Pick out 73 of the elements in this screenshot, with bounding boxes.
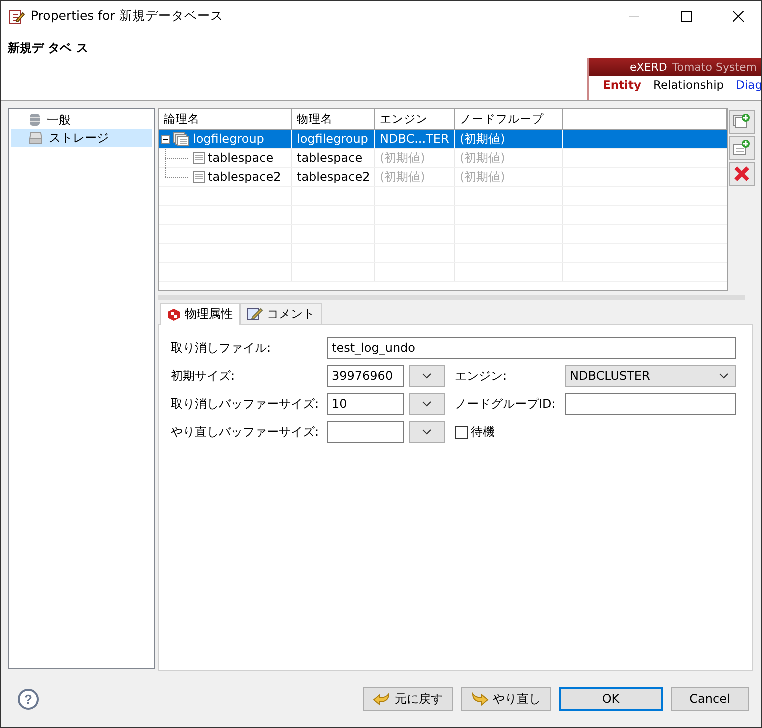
notepad-pencil-icon <box>9 8 25 24</box>
table-cell: logfilegroup <box>193 132 264 146</box>
field-label: ノードグループID: <box>455 396 557 413</box>
table-cell: NDBC...TER <box>375 130 455 148</box>
table-cell: tablespace2 <box>292 168 375 186</box>
cube-icon <box>167 308 181 322</box>
field-label: 取り消しバッファーサイズ: <box>171 396 320 413</box>
field-label: 初期サイズ: <box>171 368 236 385</box>
input-field[interactable] <box>565 393 736 416</box>
dialog-button[interactable]: Cancel <box>671 687 749 712</box>
add-table-button[interactable] <box>729 136 755 160</box>
add-group-button[interactable] <box>729 110 755 134</box>
field-label: 取り消しファイル: <box>171 340 272 357</box>
input-field[interactable] <box>327 421 404 444</box>
help-button[interactable]: ? <box>18 688 39 710</box>
column-header[interactable]: エンジン <box>375 109 455 130</box>
close-icon <box>732 11 744 22</box>
product-name: Tomato System <box>672 60 757 74</box>
input-field[interactable]: 39976960 <box>327 365 404 388</box>
window-title: Properties for 新規データベース <box>31 8 224 25</box>
table-icon <box>193 152 205 164</box>
input-field[interactable]: test_log_undo <box>327 337 736 360</box>
notepad-pencil-icon <box>247 307 263 322</box>
curved-arrow-right-icon <box>471 692 489 706</box>
chevron-down-icon <box>422 373 432 380</box>
checkbox[interactable] <box>455 426 468 439</box>
table-cell: tablespace <box>208 151 274 166</box>
table-row[interactable]: tablespace2 tablespace2 (初期値) (初期値) <box>159 168 727 188</box>
dropdown-button[interactable] <box>409 421 445 444</box>
drive-icon <box>29 132 43 145</box>
column-header[interactable]: ノードフループ <box>455 109 563 130</box>
dropdown-button[interactable] <box>409 393 445 416</box>
table-plus-icon <box>733 139 751 158</box>
engine-dropdown[interactable]: NDBCLUSTER <box>565 365 736 388</box>
column-header[interactable]: 論理名 <box>159 109 292 130</box>
table-cell: (初期値) <box>375 149 455 168</box>
column-header[interactable]: 物理名 <box>292 109 375 130</box>
dropdown-button[interactable] <box>409 365 445 388</box>
table-icon <box>193 171 205 184</box>
table-row[interactable]: tablespace tablespace (初期値) (初期値) <box>159 149 727 168</box>
dialog-button[interactable]: 元に戻す <box>363 687 453 712</box>
table-cell: (初期値) <box>455 168 563 186</box>
banner-menu-label: Entity <box>603 78 642 92</box>
table-cell: (初期値) <box>455 149 563 168</box>
stacked-tables-icon <box>173 132 190 147</box>
table-cell: (初期値) <box>375 168 455 186</box>
dialog-button[interactable]: やり直し <box>461 687 551 712</box>
checkbox-label: 待機 <box>471 424 495 441</box>
database-icon <box>29 113 41 128</box>
sidebar-item[interactable]: 一般 <box>11 111 152 130</box>
sidebar-item[interactable]: ストレージ <box>11 129 152 148</box>
table-cell: logfilegroup <box>292 130 375 148</box>
table-cell: tablespace <box>292 149 375 168</box>
brand-name: eXERD <box>630 60 668 74</box>
stacked-tables-plus-icon <box>733 113 751 132</box>
table-cell: (初期値) <box>455 130 563 148</box>
tab[interactable]: コメント <box>240 303 322 324</box>
banner-menu-label: Relationship <box>653 78 724 92</box>
x-icon <box>734 166 750 182</box>
chevron-down-icon <box>422 401 432 408</box>
curved-arrow-left-icon <box>373 692 391 706</box>
table-cell: tablespace2 <box>208 170 282 184</box>
delete-button[interactable] <box>729 162 755 186</box>
chevron-down-icon <box>422 429 432 436</box>
field-label: やり直しバッファーサイズ: <box>171 424 320 441</box>
input-field[interactable]: 10 <box>327 393 404 416</box>
field-label: エンジン: <box>455 368 508 385</box>
tab[interactable]: 物理属性 <box>160 303 240 326</box>
page-title: 新規デ タベ ス <box>8 40 88 57</box>
maximize-icon <box>680 11 692 22</box>
table-row[interactable]: logfilegroup logfilegroup NDBC...TER (初期値) <box>159 130 727 150</box>
chevron-down-icon <box>719 373 729 380</box>
dialog-button[interactable]: OK <box>559 687 663 712</box>
